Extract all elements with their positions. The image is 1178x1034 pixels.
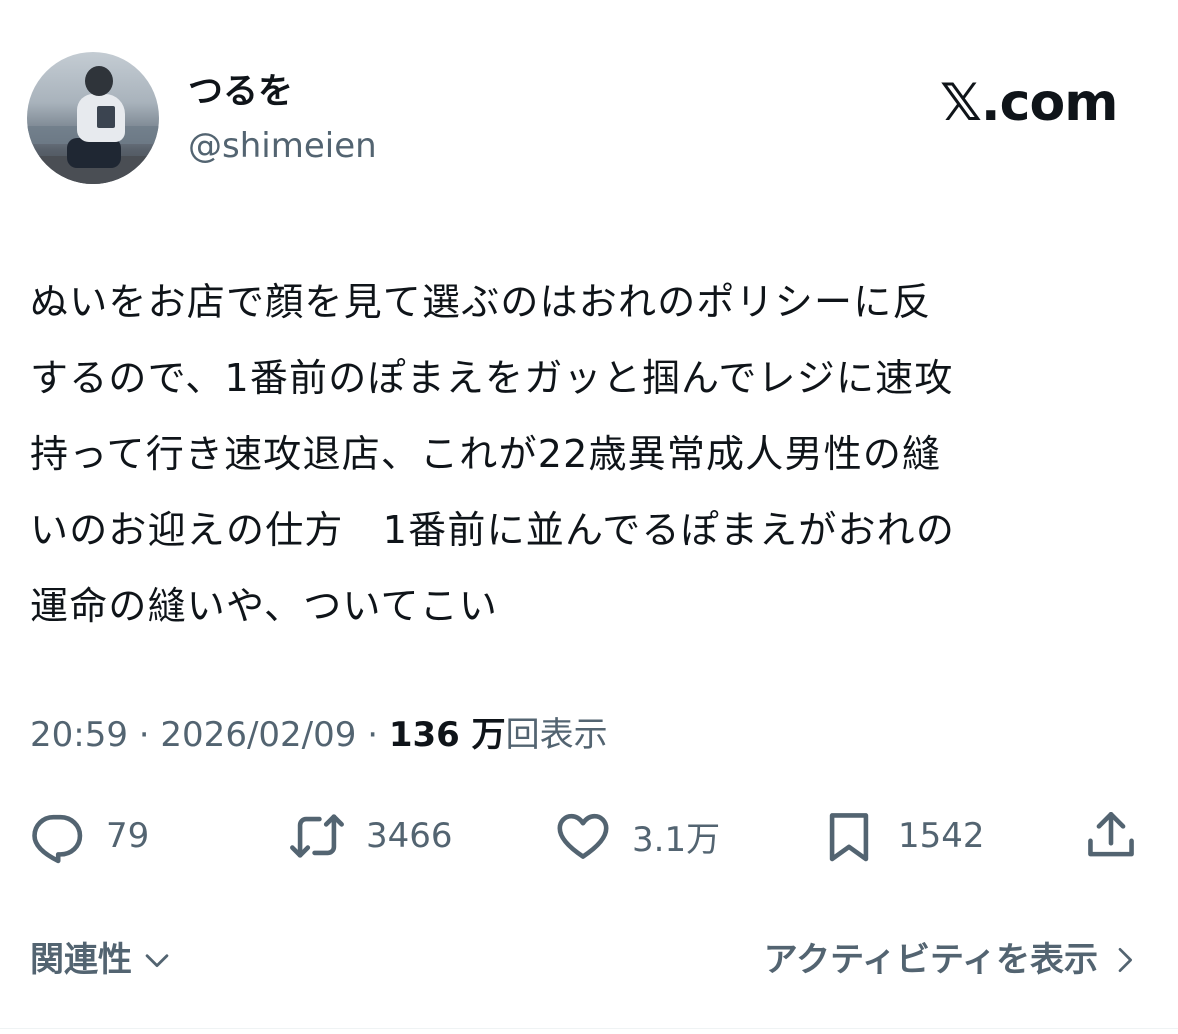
sort-relevance-dropdown[interactable]: 関連性 [30, 934, 174, 986]
like-count: 3.1万 [632, 819, 721, 860]
views-label[interactable]: 回表示 [506, 715, 608, 755]
share-button[interactable] [1082, 806, 1140, 866]
reply-icon [32, 814, 83, 864]
relevance-label: 関連性 [30, 940, 132, 980]
tweet-line: ぬいをお店で顔を見て選ぶのはおれのポリシーに反 [30, 280, 932, 324]
avatar-figure-print [97, 106, 115, 128]
tweet-meta: 20:59 · 2026/02/09 · 136 万回表示 [30, 710, 608, 760]
meta-separator: · [356, 715, 389, 755]
tweet-line: いのお迎えの仕方 1番前に並んでるぽまえがおれの [30, 508, 956, 552]
chevron-down-icon [145, 954, 169, 968]
repost-button[interactable]: 3466 [288, 806, 453, 866]
bookmark-button[interactable]: 1542 [820, 806, 985, 866]
bookmark-count: 1542 [898, 816, 985, 856]
tweet-time[interactable]: 20:59 [30, 715, 128, 755]
reply-count: 79 [106, 816, 150, 856]
repost-count: 3466 [366, 816, 453, 856]
reply-button[interactable]: 79 [28, 806, 149, 866]
tweet-line: するので、1番前のぽまえをガッと掴んでレジに速攻 [30, 356, 954, 400]
view-activity-link[interactable]: アクティビティを表示 [764, 934, 1140, 986]
share-icon [1088, 811, 1134, 857]
author-handle[interactable]: @shimeien [188, 124, 377, 168]
bookmark-icon [829, 813, 869, 862]
views-count[interactable]: 136 万 [389, 715, 506, 755]
tweet-date[interactable]: 2026/02/09 [160, 715, 356, 755]
like-button[interactable]: 3.1万 [554, 806, 720, 866]
x-brand-logo: 𝕏.com [940, 73, 1118, 133]
tweet-line: 持って行き速攻退店、これが22歳異常成人男性の縫 [30, 432, 942, 476]
tweet-text: ぬいをお店で顔を見て選ぶのはおれのポリシーに反 するので、1番前のぽまえをガッと… [30, 264, 1160, 644]
repost-icon [290, 814, 344, 858]
avatar[interactable] [27, 52, 159, 184]
divider [0, 1028, 1178, 1029]
tweet-line: 運命の縫いや、ついてこい [30, 584, 499, 628]
avatar-figure-head [85, 66, 113, 96]
avatar-figure-legs [67, 138, 121, 168]
chevron-right-icon [1118, 948, 1132, 972]
author-name[interactable]: つるを [188, 70, 293, 114]
activity-label: アクティビティを表示 [763, 940, 1098, 980]
like-icon [557, 813, 609, 859]
meta-separator: · [127, 715, 161, 755]
